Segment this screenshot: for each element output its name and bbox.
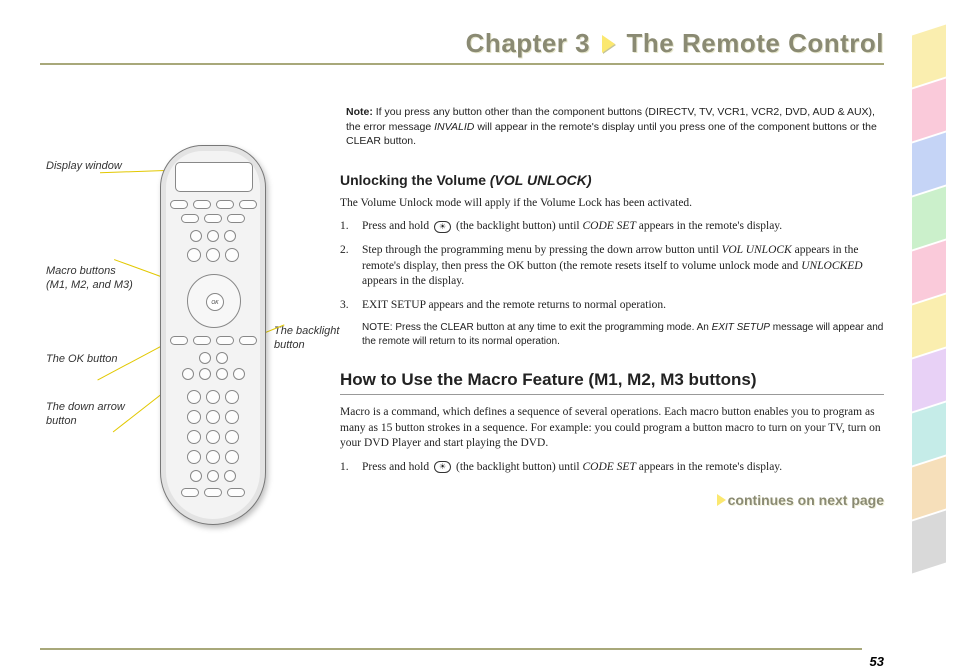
t: Step through the programming menu by pre…: [362, 244, 722, 256]
ok-button-on-remote: OK: [206, 293, 224, 311]
callout-ok-button: The OK button: [46, 353, 136, 367]
arrow-ring: OK: [187, 274, 241, 328]
side-tab: [912, 132, 946, 195]
backlight-icon: ☀: [434, 461, 451, 473]
exit-setup: EXIT SETUP: [712, 322, 770, 333]
callout-backlight-button: The backlight button: [274, 325, 346, 353]
section-rule: [340, 394, 884, 395]
triangle-icon: [602, 35, 615, 53]
callout-macro-buttons: Macro buttons (M1, M2, and M3): [46, 265, 136, 293]
side-tab: [912, 240, 946, 303]
body-text-column: Note: If you press any button other than…: [340, 105, 906, 510]
step-number: 1.: [340, 460, 362, 476]
remote-diagram-column: Display window Macro buttons (M1, M2, an…: [40, 105, 340, 510]
step-number: 1.: [340, 219, 362, 235]
continues-on-next-page: continues on next page: [340, 491, 884, 510]
backlight-icon: ☀: [434, 221, 451, 233]
t: appears in the display.: [362, 275, 464, 287]
unlocked: UNLOCKED: [801, 260, 862, 272]
t: appears in the remote's display.: [636, 220, 782, 232]
side-tab: [912, 348, 946, 411]
side-tab: [912, 402, 946, 465]
remote-display-window: [175, 162, 253, 192]
side-tab: [912, 78, 946, 141]
step-number: 2.: [340, 243, 362, 290]
subhead-unlock-italic: (VOL UNLOCK): [490, 172, 592, 188]
side-tab: [912, 186, 946, 249]
macro-step-1: 1. Press and hold ☀ (the backlight butto…: [340, 460, 884, 476]
t: appears in the remote's display.: [636, 461, 782, 473]
t: (the backlight button) until: [453, 220, 582, 232]
chapter-title: Chapter 3 The Remote Control: [40, 28, 906, 59]
unlock-step-1: 1. Press and hold ☀ (the backlight butto…: [340, 219, 884, 235]
section-head-macro: How to Use the Macro Feature (M1, M2, M3…: [340, 369, 884, 392]
remote-control-illustration: OK: [160, 145, 266, 525]
side-tab: [912, 294, 946, 357]
code-set: CODE SET: [583, 220, 636, 232]
side-tab: [912, 24, 946, 87]
footer-rule: [40, 648, 862, 650]
t: (the backlight button) until: [453, 461, 582, 473]
header-rule: [40, 63, 884, 65]
vol-unlock: VOL UNLOCK: [722, 244, 792, 256]
side-tab: [912, 510, 946, 573]
chapter-name: The Remote Control: [627, 28, 884, 58]
side-tab: [912, 456, 946, 519]
unlock-step-3: 3. EXIT SETUP appears and the remote ret…: [340, 298, 884, 314]
footer: 53: [40, 648, 884, 650]
continues-label: continues on next page: [728, 492, 884, 508]
chapter-label: Chapter 3: [466, 28, 590, 58]
unlock-intro: The Volume Unlock mode will apply if the…: [340, 196, 884, 212]
page-number: 53: [870, 654, 884, 669]
side-tabs: [912, 30, 950, 570]
note-box: Note: If you press any button other than…: [340, 105, 884, 149]
subhead-unlock-plain: Unlocking the Volume: [340, 172, 490, 188]
t: Press and hold: [362, 461, 432, 473]
unlock-step-2: 2. Step through the programming menu by …: [340, 243, 884, 290]
macro-intro: Macro is a command, which defines a sequ…: [340, 405, 884, 452]
step-number: 3.: [340, 298, 362, 314]
subhead-unlock: Unlocking the Volume (VOL UNLOCK): [340, 171, 884, 190]
t: NOTE: Press the CLEAR button at any time…: [362, 322, 712, 333]
note-prefix: Note:: [346, 106, 373, 118]
t: EXIT SETUP appears and the remote return…: [362, 298, 884, 314]
note-invalid: INVALID: [434, 121, 474, 133]
triangle-icon: [717, 494, 726, 506]
inner-note: NOTE: Press the CLEAR button at any time…: [362, 321, 884, 349]
t: Press and hold: [362, 220, 432, 232]
code-set: CODE SET: [583, 461, 636, 473]
